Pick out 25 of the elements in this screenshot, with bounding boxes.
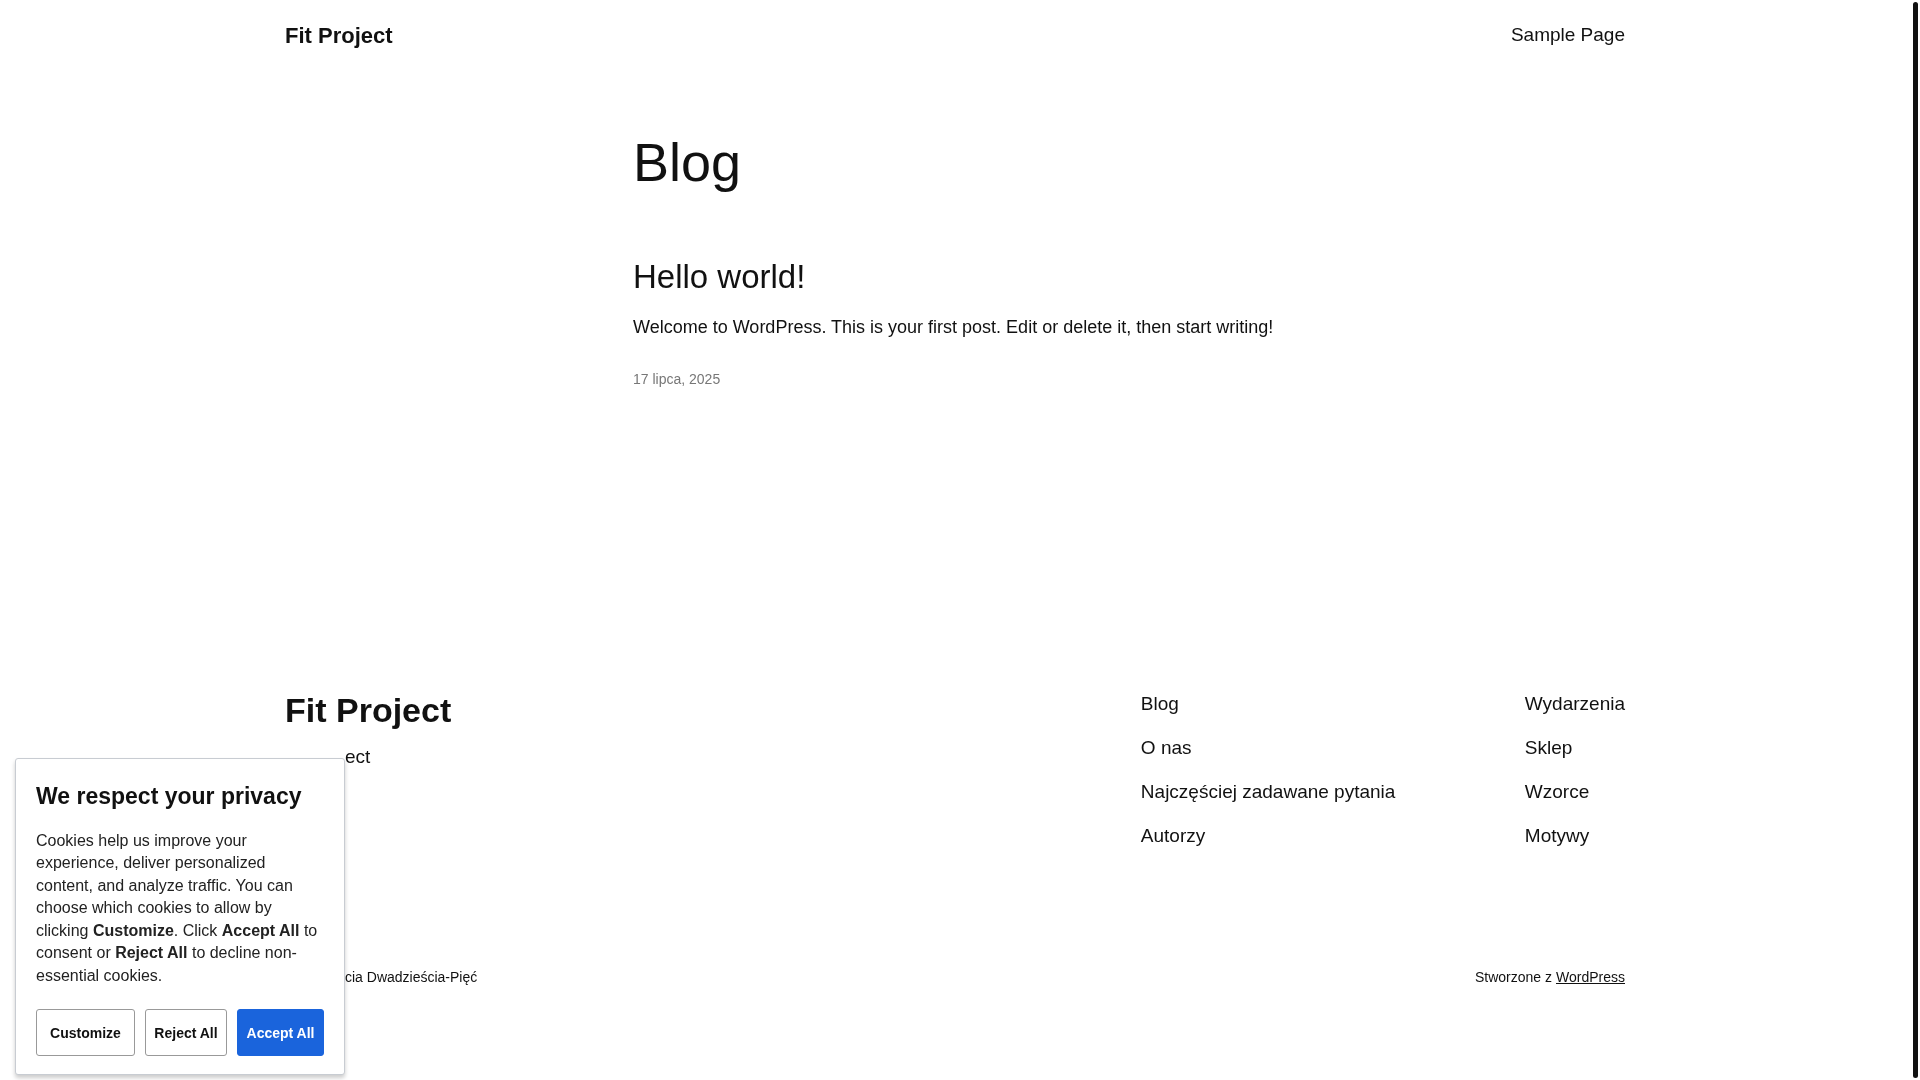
cookie-text: Cookies help us improve your experience, deliver personalized content, and analyze traffic. You can choose which cookies to allow by clicking Customize. Click Accept All to consent or Reject All to decline non-essential cookies. [36,830,319,986]
nav-link[interactable]: Sample Page [1510,20,1625,50]
footer-tagline: ect [345,745,371,770]
cookie-button[interactable]: Accept All [237,1009,324,1056]
footer-credit: Stworzone z [1474,968,1552,988]
footer-nav-link[interactable]: Wzorce [1524,778,1590,806]
post-date: 17 lipca, 2025 [633,370,721,390]
cookie-button[interactable]: Customize [36,1009,135,1056]
scrollbar-thumb[interactable] [1912,2,1918,1078]
cookie-title: We respect your privacy [36,782,302,811]
footer-nav-link[interactable]: Motywy [1524,822,1590,850]
footer-nav-link[interactable]: Wydarzenia [1524,690,1625,718]
footer-credit: cia Dwadzieścia-Pięć [345,968,478,988]
footer-nav-link[interactable]: Najczęściej zadawane pytania [1140,778,1396,806]
footer-nav-link[interactable]: Autorzy [1140,822,1206,850]
wordpress-link[interactable]: WordPress [1556,967,1625,989]
footer-nav-link[interactable]: Sklep [1524,734,1573,762]
footer-nav-link[interactable]: Blog [1140,690,1179,718]
post-title[interactable]: Hello world! [633,256,806,297]
footer-site-title[interactable]: Fit Project [285,690,452,732]
site-title[interactable]: Fit Project [285,18,393,52]
footer-nav-link[interactable]: O nas [1140,734,1192,762]
post-excerpt: Welcome to WordPress. This is your first post. Edit or delete it, then start writing! [633,316,1274,340]
page-title: Blog [633,131,742,194]
cookie-button[interactable]: Reject All [145,1009,227,1056]
